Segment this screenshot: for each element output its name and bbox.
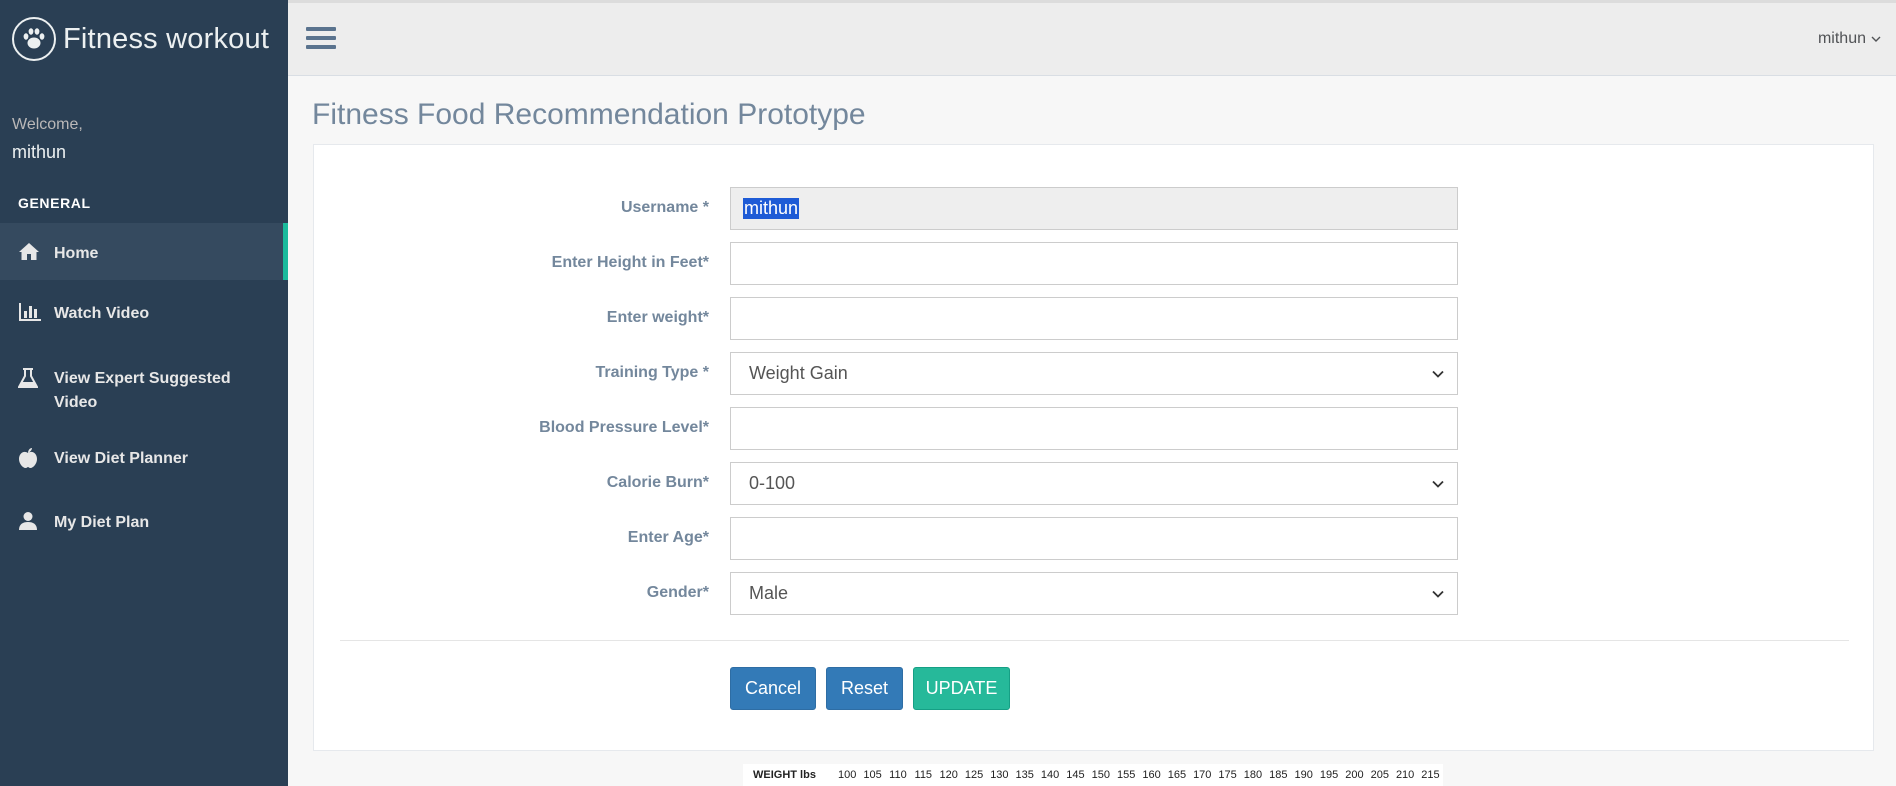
age-row: Enter Age* <box>314 517 1875 560</box>
gender-row: Gender* Male <box>314 572 1875 615</box>
weight-value: 100 <box>838 769 857 781</box>
training-type-label: Training Type * <box>595 364 710 381</box>
weight-value: 190 <box>1294 769 1313 781</box>
reset-button[interactable]: Reset <box>826 667 903 710</box>
weight-value: 160 <box>1142 769 1161 781</box>
user-menu-name: mithun <box>1817 30 1866 47</box>
weight-chart-strip: WEIGHT lbs 100 105 110 115 120 125 130 1… <box>743 764 1443 786</box>
weight-value: 170 <box>1193 769 1212 781</box>
weight-value: 120 <box>939 769 958 781</box>
sidebar-item-label: View Diet Planner <box>54 450 188 467</box>
weight-value: 210 <box>1395 769 1415 781</box>
profile-name: mithun <box>12 142 67 162</box>
weight-value: 215 <box>1421 769 1440 781</box>
sidebar-item-diet-planner[interactable]: View Diet Planner <box>0 433 288 497</box>
weight-value: 155 <box>1116 769 1136 781</box>
form-divider <box>340 640 1849 641</box>
welcome-text: Welcome, <box>12 116 83 133</box>
update-button[interactable]: UPDATE <box>913 667 1010 710</box>
sidebar-item-label: View Expert Suggested Video <box>54 370 231 411</box>
weight-value: 175 <box>1218 769 1237 781</box>
weight-value: 110 <box>889 769 907 781</box>
training-type-value: Weight Gain <box>749 363 848 383</box>
calorie-burn-select[interactable]: 0-100 <box>730 462 1458 505</box>
blood-pressure-label: Blood Pressure Level* <box>539 419 709 436</box>
age-label: Enter Age* <box>627 529 709 546</box>
username-label: Username * <box>620 199 709 216</box>
gender-label: Gender* <box>646 584 709 601</box>
blood-pressure-row: Blood Pressure Level* <box>314 407 1875 450</box>
height-row: Enter Height in Feet* <box>314 242 1875 285</box>
brand[interactable]: Fitness workout <box>0 0 288 78</box>
calorie-burn-row: Calorie Burn* 0-100 <box>314 462 1875 505</box>
chevron-down-icon <box>1871 30 1881 48</box>
weight-value: 135 <box>1015 769 1034 781</box>
weight-value: 165 <box>1167 769 1187 781</box>
blood-pressure-input[interactable] <box>730 407 1458 450</box>
weight-value: 195 <box>1319 769 1339 781</box>
weight-value: 145 <box>1066 769 1085 781</box>
chevron-down-icon <box>1432 370 1444 378</box>
top-nav: mithun <box>288 0 1896 76</box>
sidebar-item-watch-video[interactable]: Watch Video <box>0 280 288 345</box>
bar-chart-icon <box>18 302 54 322</box>
calorie-burn-label: Calorie Burn* <box>606 474 709 491</box>
weight-value: 180 <box>1243 769 1263 781</box>
weight-value: 105 <box>863 769 882 781</box>
age-input[interactable] <box>730 517 1458 560</box>
profile-info: Welcome, mithun <box>0 78 288 163</box>
menu-section-title: GENERAL <box>18 195 91 211</box>
username-input[interactable]: mithun <box>730 187 1458 230</box>
weight-value: 140 <box>1040 769 1060 781</box>
sidebar-item-label: My Diet Plan <box>54 514 150 531</box>
weight-value: 125 <box>964 769 984 781</box>
sidebar-item-label: Watch Video <box>54 305 150 322</box>
brand-title[interactable]: Fitness workout <box>63 23 269 56</box>
weight-value: 130 <box>990 769 1009 781</box>
gender-select[interactable]: Male <box>730 572 1458 615</box>
training-type-select[interactable]: Weight Gain <box>730 352 1458 395</box>
height-label: Enter Height in Feet* <box>551 254 709 271</box>
weight-value: 115 <box>914 769 933 781</box>
sidebar-item-label: Home <box>54 245 99 262</box>
sidebar-menu: Home Watch Video View Expert Suggested V… <box>0 223 288 557</box>
calorie-burn-value: 0-100 <box>749 473 796 493</box>
page-title: Fitness Food Recommendation Prototype <box>312 98 866 131</box>
weight-strip-label: WEIGHT lbs <box>753 769 816 781</box>
gender-value: Male <box>749 583 789 603</box>
username-value: mithun <box>743 198 800 219</box>
user-menu[interactable]: mithun <box>1818 30 1881 48</box>
weight-value: 150 <box>1091 769 1110 781</box>
sidebar-item-home[interactable]: Home <box>0 223 288 280</box>
username-row: Username * mithun <box>314 187 1875 230</box>
sidebar: Fitness workout Welcome, mithun GENERAL … <box>0 0 288 786</box>
weight-value: 185 <box>1269 769 1288 781</box>
weight-row: Enter weight* <box>314 297 1875 340</box>
weight-value: 205 <box>1370 769 1389 781</box>
weight-value: 200 <box>1345 769 1364 781</box>
chevron-down-icon <box>1432 480 1444 488</box>
weight-input[interactable] <box>730 297 1458 340</box>
chevron-down-icon <box>1432 590 1444 598</box>
cancel-button[interactable]: Cancel <box>730 667 816 710</box>
flask-icon <box>18 367 54 389</box>
paw-icon <box>12 17 56 61</box>
height-input[interactable] <box>730 242 1458 285</box>
apple-icon <box>18 447 54 469</box>
form-panel: Username * mithun Enter Height in Feet* … <box>313 144 1874 751</box>
training-type-row: Training Type * Weight Gain <box>314 352 1875 395</box>
sidebar-item-my-diet-plan[interactable]: My Diet Plan <box>0 497 288 557</box>
home-icon <box>18 242 54 262</box>
user-icon <box>18 511 54 531</box>
sidebar-item-expert-video[interactable]: View Expert Suggested Video <box>0 345 288 433</box>
weight-label: Enter weight* <box>606 309 709 326</box>
menu-toggle-icon[interactable] <box>306 27 336 53</box>
